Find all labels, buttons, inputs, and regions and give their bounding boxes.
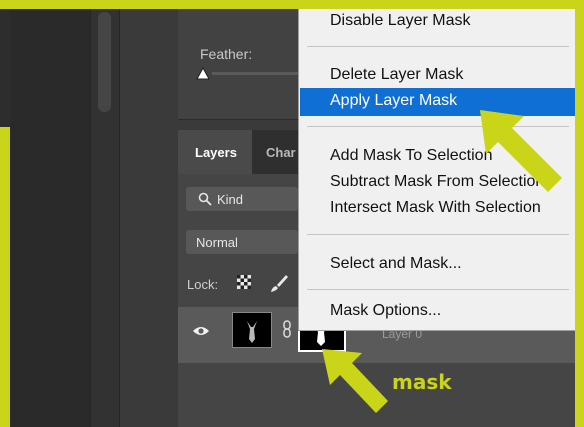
annotation-frame-left — [0, 127, 10, 427]
menu-item-add-mask-to-selection[interactable]: Add Mask To Selection — [330, 147, 492, 165]
menu-item-mask-options[interactable]: Mask Options... — [330, 302, 441, 320]
menu-item-disable-layer-mask[interactable]: Disable Layer Mask — [330, 12, 471, 30]
canvas-edge — [0, 9, 10, 127]
filter-kind-label: Kind — [217, 192, 244, 207]
tool-area — [10, 9, 90, 427]
menu-item-delete-layer-mask[interactable]: Delete Layer Mask — [330, 66, 463, 84]
menu-separator — [307, 289, 569, 290]
feather-slider-thumb[interactable] — [196, 67, 210, 80]
annotation-arrow-apply-icon — [480, 110, 562, 192]
panel-dock-strip — [120, 9, 178, 427]
properties-panel — [178, 9, 298, 120]
visibility-eye-icon[interactable] — [192, 325, 210, 337]
blend-mode-value: Normal — [196, 235, 238, 250]
lock-image-pixels-brush-icon[interactable] — [269, 273, 289, 293]
wolf-image-thumbnail-icon — [247, 321, 257, 343]
tab-channels[interactable]: Char — [266, 145, 296, 160]
annotation-frame-top-overlay — [0, 0, 584, 9]
search-icon — [198, 192, 212, 206]
feather-slider-track[interactable] — [212, 72, 298, 75]
tab-layers-label: Layers — [195, 145, 237, 160]
menu-item-select-and-mask[interactable]: Select and Mask... — [330, 255, 462, 273]
menu-separator — [307, 234, 569, 235]
feather-label: Feather: — [200, 46, 253, 62]
annotation-arrow-mask-icon — [322, 349, 388, 413]
panel-divider — [178, 120, 298, 130]
annotation-mask-label: mask — [392, 370, 452, 394]
layer-image-thumbnail[interactable] — [232, 312, 272, 348]
menu-item-apply-layer-mask[interactable]: Apply Layer Mask — [330, 92, 457, 110]
lock-label: Lock: — [187, 277, 219, 292]
mask-link-chain-icon[interactable] — [281, 320, 293, 338]
menu-separator — [307, 46, 569, 47]
layers-panel-empty — [178, 363, 298, 427]
annotation-frame-right — [575, 0, 584, 427]
lock-transparent-pixels-icon[interactable] — [237, 275, 251, 289]
scrollbar-thumb[interactable] — [98, 12, 111, 112]
